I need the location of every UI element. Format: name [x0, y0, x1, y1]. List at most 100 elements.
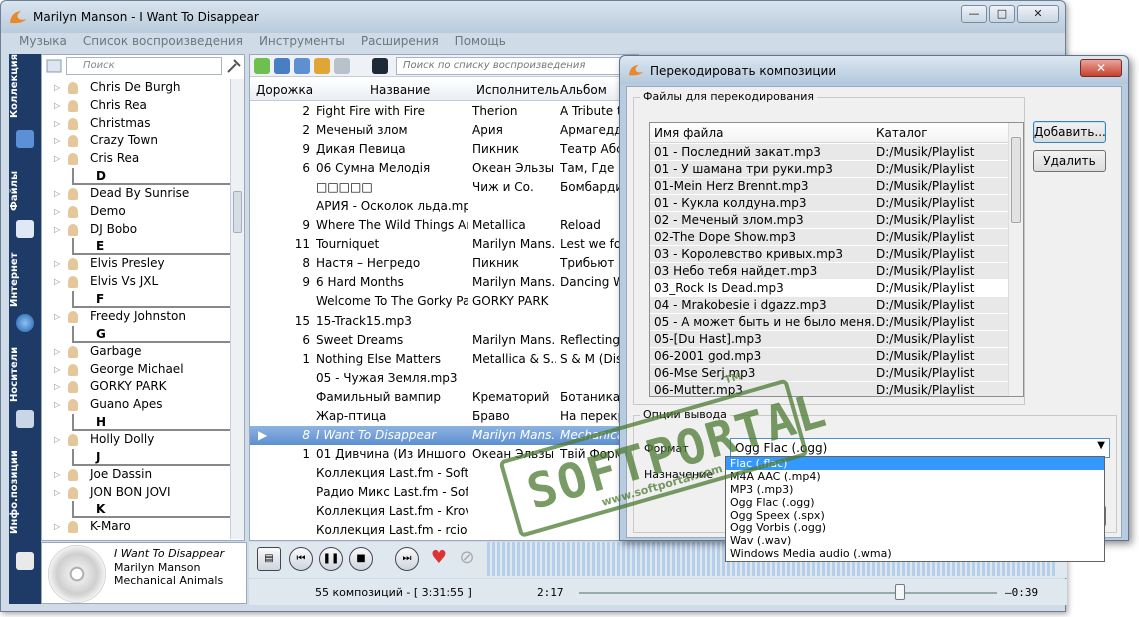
file-row[interactable]: 05 - А может быть и не было меня.mp3D:/M… — [650, 314, 1010, 331]
playlist-row[interactable]: 9 Дикая Певица Пикник Театр Абсу... — [250, 140, 638, 159]
playlist-row[interactable]: Фамильный вампир Крематорий Ботаника — [250, 388, 638, 407]
collection-scrollbar[interactable] — [230, 79, 244, 539]
playlist-view-icon[interactable]: ▤ — [257, 547, 281, 571]
seek-bar[interactable] — [579, 592, 997, 594]
pause-icon[interactable]: ❚❚ — [319, 547, 343, 571]
playlist-row[interactable]: Коллекция Last.fm - Krov... — [250, 502, 638, 521]
file-row[interactable]: 06-Mse Serj.mp3 D:/Musik/Playlist — [650, 365, 1010, 382]
expand-arrow-icon[interactable]: ▷ — [54, 431, 60, 449]
redo-icon[interactable] — [334, 58, 350, 74]
collection-filter-icon[interactable] — [46, 59, 62, 73]
collection-artist-item[interactable]: ▷ GORKY PARK — [42, 378, 232, 396]
collection-artist-item[interactable]: ▷ Freedy Johnston — [42, 308, 232, 326]
next-icon[interactable]: ⏭ — [395, 547, 419, 571]
collection-artist-item[interactable]: ▷ Elvis Presley — [42, 255, 232, 273]
format-option[interactable]: Windows Media audio (.wma) — [726, 547, 1104, 560]
expand-arrow-icon[interactable]: ▷ — [54, 221, 60, 239]
file-row[interactable]: 03 Небо тебя найдет.mp3 D:/Musik/Playlist — [650, 263, 1010, 280]
col-directory[interactable]: Каталог — [876, 126, 928, 140]
playlist-row[interactable]: 96 Hard Months Marilyn Mans... Dancing Wi.… — [250, 273, 638, 292]
expand-arrow-icon[interactable]: ▷ — [54, 378, 60, 396]
format-dropdown-list[interactable]: Flac (.flac) M4A AAC (.mp4) MP3 (.mp3) Ogg … — [725, 456, 1105, 562]
expand-arrow-icon[interactable]: ▷ — [54, 361, 60, 379]
expand-arrow-icon[interactable]: ▷ — [54, 396, 60, 414]
tools-icon[interactable] — [226, 58, 242, 74]
files-scrollbar[interactable] — [1008, 123, 1023, 396]
expand-arrow-icon[interactable]: ▷ — [54, 308, 60, 326]
collection-search-input[interactable]: Поиск — [66, 57, 222, 75]
previous-icon[interactable]: ⏮ — [289, 547, 313, 571]
new-playlist-icon[interactable] — [254, 58, 270, 74]
expand-arrow-icon[interactable]: ▷ — [54, 150, 60, 168]
playlist-row[interactable]: Радио Микс Last.fm - Sof... — [250, 483, 638, 502]
collection-artist-item[interactable]: ▷ Joe Dassin — [42, 466, 232, 484]
file-row[interactable]: 03 - Королевство кривых.mp3 D:/Musik/Play… — [650, 246, 1010, 263]
expand-arrow-icon[interactable]: ▷ — [54, 343, 60, 361]
playlist-row[interactable]: 15 15-Track15.mp3 — [250, 312, 638, 331]
collection-artist-item[interactable]: ▷ Garbage — [42, 343, 232, 361]
expand-arrow-icon[interactable]: ▷ — [54, 255, 60, 273]
maximize-button[interactable]: □ — [989, 5, 1015, 23]
playlist-row[interactable]: □□□□□ Чиж и Со. Бомбарди... — [250, 178, 638, 197]
playlist-search-input[interactable]: Поиск по списку воспроизведения — [396, 57, 636, 75]
dialog-title-bar[interactable]: Перекодировать композиции ✕ — [620, 56, 1128, 84]
collection-artist-item[interactable]: ▷ Christmas — [42, 115, 232, 133]
minimize-button[interactable]: — — [961, 5, 987, 23]
collection-artist-item[interactable]: ▷ K-Maro — [42, 518, 232, 536]
playlist-row[interactable]: Жар-птица Браво На перекр... — [250, 407, 638, 426]
file-row[interactable]: 06-Mutter.mp3 D:/Musik/Playlist — [650, 382, 1010, 396]
playlist-row[interactable]: 1 01 Дивчина (Из Иншого ... Океан Эльзы Тві… — [250, 445, 638, 464]
menu-playlist[interactable]: Список воспроизведения — [83, 34, 243, 52]
disk-icon[interactable] — [294, 58, 310, 74]
tab-files[interactable]: Файлы — [9, 166, 41, 216]
dialog-close-button[interactable]: ✕ — [1080, 59, 1122, 77]
close-button[interactable]: ✕ — [1017, 5, 1059, 23]
add-button[interactable]: Добавить... — [1033, 121, 1106, 143]
expand-arrow-icon[interactable]: ▷ — [54, 203, 60, 221]
expand-arrow-icon[interactable]: ▷ — [54, 79, 60, 97]
expand-arrow-icon[interactable]: ▷ — [54, 466, 60, 484]
collection-artist-item[interactable]: ▷ Holly Dolly — [42, 431, 232, 449]
playlist-row[interactable]: 8 Настя – Негредо Пикник Трибьют — [250, 254, 638, 273]
collection-artist-item[interactable]: ▷ Chris De Burgh — [42, 79, 232, 97]
collection-artist-item[interactable]: ▷ Demo — [42, 203, 232, 221]
playlist-row[interactable]: Коллекция Last.fm - Soft... — [250, 464, 638, 483]
playlist-row[interactable]: 1 Nothing Else Matters Metallica & S... S &… — [250, 350, 638, 369]
file-row[interactable]: 01 - Последний закат.mp3 D:/Musik/Playlis… — [650, 144, 1010, 161]
love-heart-icon[interactable]: ♥ — [427, 547, 451, 571]
playlist-row[interactable]: 11 Tourniquet Marilyn Mans... Lest we for..… — [250, 235, 638, 254]
collection-artist-item[interactable]: ▷ Crazy Town — [42, 132, 232, 150]
playlist-row[interactable]: Welcome To The Gorky Park GORKY PARK — [250, 292, 638, 311]
file-row[interactable]: 06-2001 god.mp3 D:/Musik/Playlist — [650, 348, 1010, 365]
format-select[interactable]: Ogg Flac (.ogg) ▼ — [730, 438, 1110, 458]
collection-tree[interactable]: ▷ Chris De Burgh ▷ Chris Rea ▷ Christmas ▷ Craz… — [42, 79, 232, 539]
collection-artist-item[interactable]: ▷ DJ Bobo — [42, 221, 232, 239]
playlist-row[interactable]: Коллекция Last.fm - rciob... — [250, 521, 638, 540]
col-track[interactable]: Дорожка — [256, 83, 313, 97]
collection-artist-item[interactable]: ▷ Chris Rea — [42, 97, 232, 115]
expand-arrow-icon[interactable]: ▷ — [54, 518, 60, 536]
format-option[interactable]: MP3 (.mp3) — [726, 483, 1104, 496]
format-option[interactable]: M4A AAC (.mp4) — [726, 470, 1104, 483]
playlist-row[interactable]: 2 Меченый злом Ария Армагеддон — [250, 121, 638, 140]
file-row[interactable]: 01 - У шамана три руки.mp3 D:/Musik/Playl… — [650, 161, 1010, 178]
expand-arrow-icon[interactable]: ▷ — [54, 273, 60, 291]
expand-arrow-icon[interactable]: ▷ — [54, 115, 60, 133]
collection-artist-item[interactable]: ▷ JON BON JOVI — [42, 484, 232, 502]
seek-handle[interactable] — [895, 584, 905, 600]
file-row[interactable]: 03_Rock Is Dead.mp3 D:/Musik/Playlist — [650, 280, 1010, 297]
expand-arrow-icon[interactable]: ▷ — [54, 185, 60, 203]
clear-search-icon[interactable] — [372, 58, 388, 74]
undo-icon[interactable] — [314, 58, 330, 74]
collection-artist-item[interactable]: ▷ Guano Apes — [42, 396, 232, 414]
save-icon[interactable] — [274, 58, 290, 74]
col-title[interactable]: Название — [370, 83, 430, 97]
file-row[interactable]: 01 - Кукла колдуна.mp3 D:/Musik/Playlist — [650, 195, 1010, 212]
collection-artist-item[interactable]: ▷ Elvis Vs JXL — [42, 273, 232, 291]
menu-extensions[interactable]: Расширения — [361, 34, 439, 52]
col-album[interactable]: Альбом — [560, 83, 607, 97]
collection-artist-item[interactable]: ▷ Cris Rea — [42, 150, 232, 168]
format-option[interactable]: Flac (.flac) — [726, 457, 1104, 470]
playlist-row[interactable]: ▶ 8 I Want To Disappear Marilyn Mans... Mech… — [250, 425, 638, 445]
tab-internet[interactable]: Интернет — [9, 250, 41, 310]
